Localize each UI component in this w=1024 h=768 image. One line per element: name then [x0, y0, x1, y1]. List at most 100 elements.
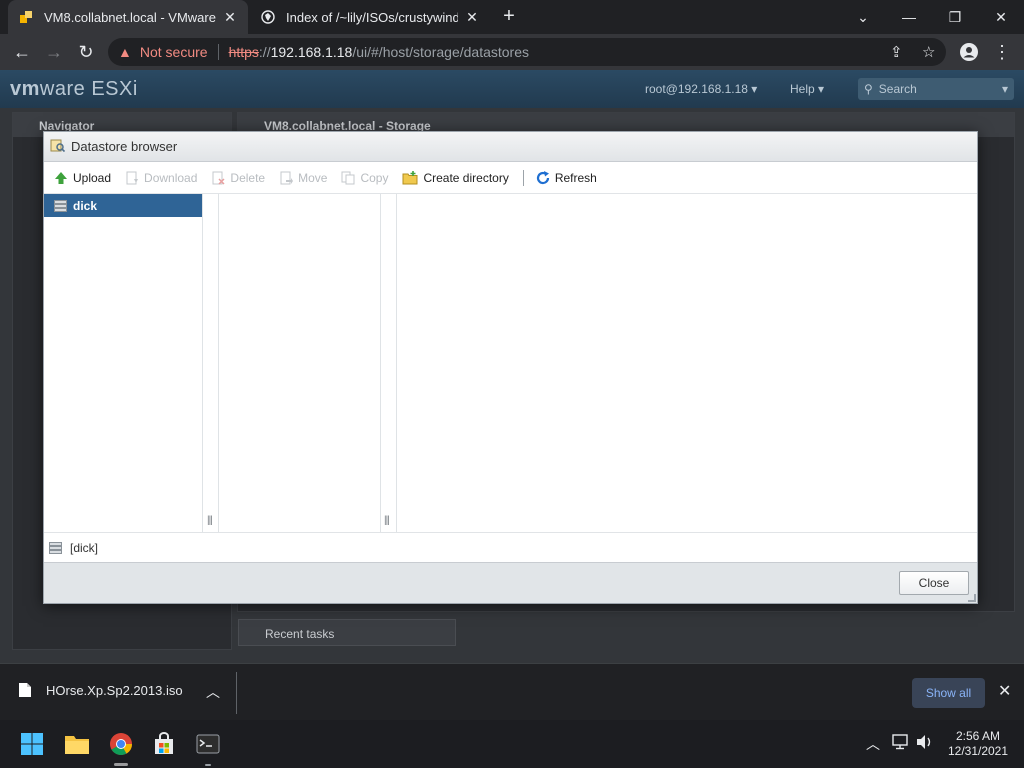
- datastore-icon: [54, 199, 67, 212]
- file-explorer-icon[interactable]: [61, 728, 93, 760]
- browser-tab-strip: VM8.collabnet.local - VMware ESXi ✕ Inde…: [0, 0, 1024, 34]
- download-icon: [125, 171, 139, 185]
- toolbar-separator: [522, 169, 524, 186]
- upload-arrow-icon: [54, 171, 68, 185]
- url-host: 192.168.1.18: [270, 44, 353, 60]
- url-separator: ://: [258, 44, 271, 60]
- tab-index-of-isos[interactable]: Index of /~lily/ISOs/crustywindows ✕: [250, 0, 490, 34]
- logo-suffix: ware ESXi: [39, 78, 138, 100]
- copy-button[interactable]: Copy: [341, 171, 388, 185]
- url-scheme: https: [228, 44, 259, 60]
- tab-vmware-esxi[interactable]: VM8.collabnet.local - VMware ESXi ✕: [8, 0, 248, 34]
- refresh-button[interactable]: Refresh: [536, 170, 597, 185]
- user-menu-label: root@192.168.1.18: [645, 82, 748, 96]
- close-download-bar-icon[interactable]: ✕: [998, 681, 1011, 701]
- new-tab-button[interactable]: +: [498, 6, 520, 28]
- move-button[interactable]: Move: [279, 171, 327, 185]
- download-label: Download: [144, 170, 198, 185]
- dialog-title-bar: Datastore browser: [44, 132, 977, 162]
- download-separator: [236, 672, 237, 714]
- not-secure-label[interactable]: Not secure: [140, 44, 208, 60]
- esxi-search-input[interactable]: ⚲ Search ▾: [858, 78, 1014, 100]
- esxi-header: vmware ESXi root@192.168.1.18 ▾ Help ▾ ⚲…: [0, 70, 1024, 108]
- network-icon[interactable]: [892, 734, 910, 753]
- windows-taskbar: ︿ 2:56 AM 12/31/2021: [0, 720, 1024, 768]
- delete-button[interactable]: Delete: [211, 171, 265, 185]
- recent-tasks-tab[interactable]: Recent tasks: [238, 619, 456, 646]
- reload-icon[interactable]: ↻: [74, 40, 98, 64]
- datastore-browser-columns: dick ||| |||: [44, 194, 977, 532]
- globe-favicon-icon: [260, 9, 276, 25]
- profile-icon[interactable]: [957, 40, 981, 64]
- folder-add-icon: [402, 170, 418, 185]
- column-gutter: [381, 194, 397, 532]
- windows-start-icon[interactable]: [16, 728, 48, 760]
- chevron-up-icon[interactable]: ︿: [206, 682, 220, 702]
- folder-column: |||: [219, 194, 390, 532]
- logo-brand: vm: [10, 78, 40, 100]
- copy-icon: [341, 171, 355, 185]
- back-arrow-icon[interactable]: ←: [10, 40, 34, 64]
- clock-date: 12/31/2021: [947, 744, 1009, 758]
- datastore-icon: [49, 541, 62, 554]
- vmware-esxi-logo: vmware ESXi: [10, 78, 138, 101]
- close-button[interactable]: Close: [899, 571, 969, 595]
- chevron-up-icon[interactable]: ︿: [866, 734, 880, 754]
- address-bar[interactable]: ▲ Not secure https://192.168.1.18/ui/#/h…: [108, 38, 946, 66]
- forward-arrow-icon[interactable]: →: [42, 40, 66, 64]
- file-icon: [18, 682, 32, 698]
- upload-label: Upload: [73, 170, 112, 185]
- clock-time: 2:56 AM: [955, 729, 1001, 743]
- active-app-indicator: [114, 763, 128, 766]
- close-tab-icon[interactable]: ✕: [464, 9, 480, 26]
- search-placeholder: Search: [878, 82, 917, 96]
- current-path-bar: [dick]: [44, 532, 977, 562]
- chevron-down-icon: ▾: [1001, 82, 1008, 96]
- restore-button[interactable]: ❐: [932, 0, 978, 34]
- warning-triangle-icon[interactable]: ▲: [118, 44, 132, 60]
- close-tab-icon[interactable]: ✕: [222, 9, 238, 26]
- url-text[interactable]: https://192.168.1.18/ui/#/host/storage/d…: [229, 44, 529, 60]
- delete-icon: [211, 171, 225, 185]
- datastore-browser-dialog: Datastore browser Upload Download Delete…: [43, 131, 978, 604]
- running-app-indicator: [205, 764, 211, 766]
- tab-search-chevron-icon[interactable]: ⌄: [840, 0, 886, 34]
- minimize-button[interactable]: —: [886, 0, 932, 34]
- omnibox-divider: [217, 44, 219, 60]
- bookmark-star-icon[interactable]: ☆: [922, 43, 935, 61]
- microsoft-store-icon[interactable]: [148, 728, 180, 760]
- search-icon: ⚲: [864, 82, 873, 96]
- download-file-name: HOrse.Xp.Sp2.2013.iso: [46, 682, 183, 698]
- download-item[interactable]: HOrse.Xp.Sp2.2013.iso: [18, 682, 183, 698]
- column-gutter: [203, 194, 219, 532]
- dialog-footer: Close: [44, 562, 977, 603]
- copy-label: Copy: [360, 170, 389, 185]
- upload-button[interactable]: Upload: [54, 171, 111, 185]
- datastore-browser-icon: [50, 138, 66, 156]
- close-window-button[interactable]: ✕: [978, 0, 1024, 34]
- vmware-favicon-icon: [18, 9, 34, 25]
- datastore-name: dick: [73, 198, 98, 213]
- move-icon: [279, 171, 294, 185]
- chrome-icon[interactable]: [105, 728, 137, 760]
- show-all-button[interactable]: Show all: [912, 678, 985, 708]
- browser-toolbar: ← → ↻ ▲ Not secure https://192.168.1.18/…: [0, 34, 1024, 70]
- create-directory-button[interactable]: Create directory: [402, 170, 509, 185]
- refresh-icon: [536, 170, 550, 185]
- volume-icon[interactable]: [916, 734, 934, 753]
- dialog-resize-grip[interactable]: [968, 594, 976, 602]
- system-clock[interactable]: 2:56 AM 12/31/2021: [945, 729, 1011, 759]
- terminal-icon[interactable]: [192, 728, 224, 760]
- datastore-item-dick[interactable]: dick: [44, 194, 202, 217]
- share-icon[interactable]: ⇪: [890, 43, 903, 61]
- refresh-label: Refresh: [554, 170, 597, 185]
- help-menu[interactable]: Help ▾: [790, 82, 824, 96]
- user-menu[interactable]: root@192.168.1.18 ▾: [645, 82, 757, 96]
- tab-title: Index of /~lily/ISOs/crustywindows: [286, 9, 458, 25]
- delete-label: Delete: [230, 170, 266, 185]
- current-path: [dick]: [70, 540, 99, 555]
- chrome-menu-icon[interactable]: ⋮: [990, 40, 1014, 64]
- download-button[interactable]: Download: [125, 171, 197, 185]
- dialog-toolbar: Upload Download Delete Move Copy Create …: [44, 162, 977, 194]
- dialog-title: Datastore browser: [71, 139, 178, 154]
